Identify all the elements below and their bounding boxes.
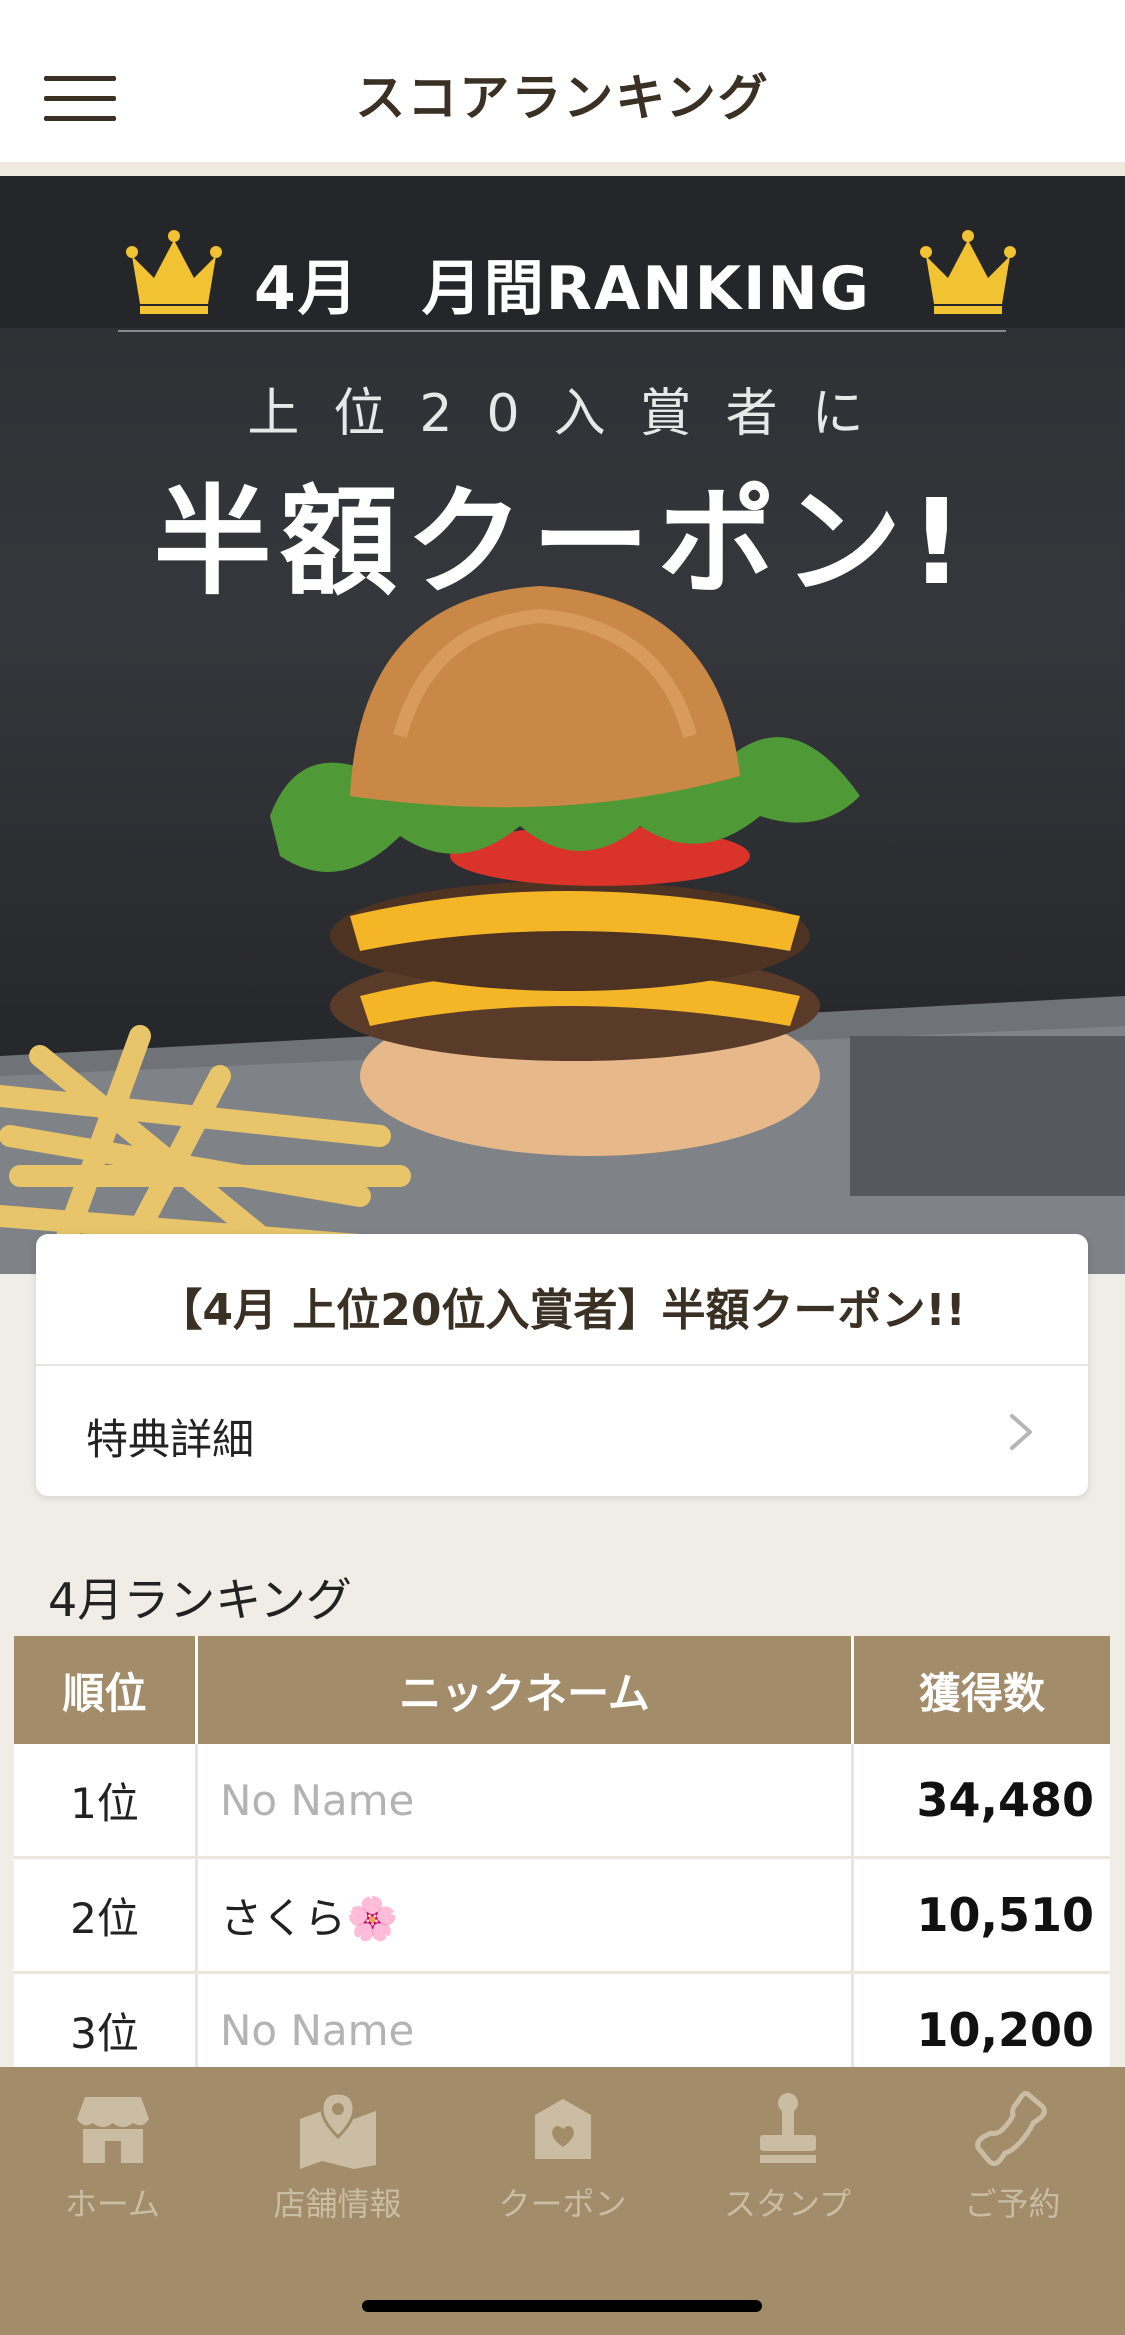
nickname-cell: さくら🌸: [198, 1859, 854, 1971]
table-header: 順位 ニックネーム 獲得数: [14, 1636, 1110, 1744]
campaign-banner[interactable]: 4月 月間RANKING 上位20入賞者に 半額クーポン!: [0, 176, 1125, 1274]
bottom-tab-bar: ホーム 店舗情報 クーポン スタンプ ご予約: [0, 2067, 1125, 2335]
map-pin-icon: [299, 2091, 376, 2169]
banner-divider: [118, 330, 1006, 332]
tab-label: クーポン: [498, 2185, 627, 2223]
ranking-heading: 4月ランキング: [48, 1573, 352, 1627]
rank-cell: 2位: [14, 1859, 198, 1971]
chevron-right-icon: [1010, 1414, 1032, 1450]
score-cell: 10,510: [916, 1888, 1094, 1942]
phone-icon: [974, 2090, 1047, 2167]
score-cell: 34,480: [916, 1773, 1094, 1827]
tab-label: ホーム: [64, 2185, 161, 2223]
coupon-card: 【4月 上位20位入賞者】半額クーポン!! 特典詳細: [36, 1234, 1088, 1496]
benefit-details-label: 特典詳細: [86, 1415, 255, 1464]
banner-ranking-title: 4月 月間RANKING: [254, 254, 871, 324]
coupon-card-title: 【4月 上位20位入賞者】半額クーポン!!: [158, 1285, 966, 1336]
table-row: 1位 No Name 34,480: [14, 1744, 1110, 1859]
banner-subtitle: 上位20入賞者に: [247, 384, 898, 444]
rank-cell: 1位: [14, 1744, 198, 1856]
tab-reservation[interactable]: ご予約: [900, 2089, 1125, 2239]
tab-label: ご予約: [964, 2185, 1061, 2223]
coupon-box-icon: [534, 2099, 591, 2159]
store-icon: [76, 2097, 149, 2163]
burger-photo: [0, 586, 1125, 1274]
banner-headline: 半額クーポン!: [153, 473, 972, 611]
benefit-details-link[interactable]: 特典詳細: [36, 1366, 1088, 1496]
tab-stamp[interactable]: スタンプ: [675, 2089, 900, 2239]
tab-home[interactable]: ホーム: [0, 2089, 225, 2239]
tab-label: スタンプ: [723, 2185, 852, 2223]
home-indicator[interactable]: [362, 2300, 762, 2312]
column-header-rank: 順位: [14, 1636, 198, 1744]
table-row: 2位 さくら🌸 10,510: [14, 1859, 1110, 1974]
nickname-cell: No Name: [198, 1744, 854, 1856]
tab-store-info[interactable]: 店舗情報: [225, 2089, 450, 2239]
tab-coupon[interactable]: クーポン: [450, 2089, 675, 2239]
app-header: スコアランキング: [0, 0, 1125, 176]
tab-label: 店舗情報: [273, 2185, 402, 2223]
page-title: スコアランキング: [355, 69, 770, 127]
stamp-icon: [759, 2093, 816, 2163]
column-header-nickname: ニックネーム: [198, 1636, 854, 1744]
column-header-score: 獲得数: [918, 1668, 1045, 1718]
